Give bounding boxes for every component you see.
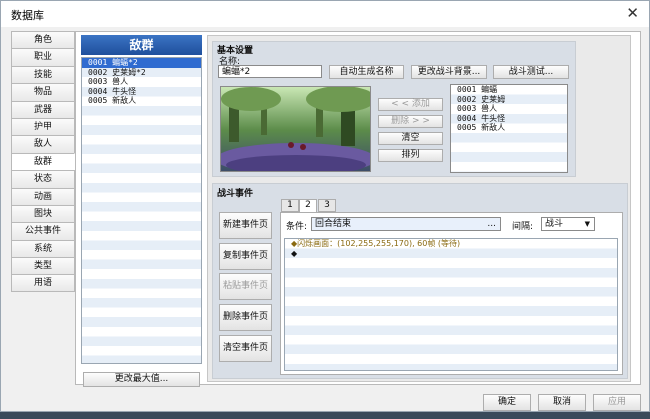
- arrange-button[interactable]: 排列: [378, 149, 443, 162]
- tab-animations[interactable]: 动画: [11, 187, 75, 205]
- tab-items[interactable]: 物品: [11, 83, 75, 101]
- change-battleback-button[interactable]: 更改战斗背景...: [411, 65, 487, 79]
- troop-list-item[interactable]: 0005 新敌人: [82, 96, 201, 106]
- troop-members-list: 0001 蝙蝠 0002 史莱姆 0003 兽人 0004 牛头怪 0005 新…: [450, 84, 568, 173]
- database-window: 数据库 ✕ 角色 职业 技能 物品 武器 护甲 敌人 敌群 状态 动画 图块 公…: [0, 0, 650, 412]
- battle-preview[interactable]: [220, 86, 371, 172]
- tab-actors[interactable]: 角色: [11, 31, 75, 49]
- condition-value: 回合结束: [315, 219, 352, 229]
- troop-list-item[interactable]: 0001 蝙蝠*2: [82, 58, 201, 68]
- battle-background-image: [221, 87, 370, 171]
- event-command-list: ◆闪烁画面：(102,255,255,170), 60帧 (等待) ◆: [284, 238, 618, 371]
- auto-name-button[interactable]: 自动生成名称: [329, 65, 404, 79]
- copy-page-button[interactable]: 复制事件页: [219, 243, 272, 270]
- background-strip: [0, 412, 650, 419]
- tab-classes[interactable]: 职业: [11, 48, 75, 66]
- troop-list-item[interactable]: 0003 兽人: [82, 77, 201, 87]
- condition-more-icon[interactable]: ...: [487, 218, 496, 230]
- command-row[interactable]: ◆闪烁画面：(102,255,255,170), 60帧 (等待): [285, 239, 617, 249]
- chevron-down-icon: ▼: [584, 220, 590, 228]
- troop-list: 0001 蝙蝠*2 0002 史莱姆*2 0003 兽人 0004 牛头怪 00…: [81, 57, 202, 364]
- ok-button[interactable]: 确定: [483, 394, 531, 411]
- member-item[interactable]: 0003 兽人: [451, 104, 567, 114]
- cancel-button[interactable]: 取消: [538, 394, 586, 411]
- troop-list-header: 敌群: [81, 35, 202, 55]
- tab-page-1[interactable]: 1: [281, 199, 299, 212]
- tab-tilesets[interactable]: 图块: [11, 204, 75, 223]
- tab-common-events[interactable]: 公共事件: [11, 222, 75, 240]
- remove-member-button[interactable]: 删除 > >: [378, 115, 443, 128]
- tab-weapons[interactable]: 武器: [11, 100, 75, 118]
- tab-states[interactable]: 状态: [11, 170, 75, 188]
- battle-test-button[interactable]: 战斗测试...: [493, 65, 569, 79]
- paste-page-button[interactable]: 粘贴事件页: [219, 273, 272, 300]
- member-item[interactable]: 0002 史莱姆: [451, 95, 567, 105]
- member-item[interactable]: 0001 蝙蝠: [451, 85, 567, 95]
- span-select[interactable]: 战斗 ▼: [541, 217, 595, 231]
- troop-list-item[interactable]: 0002 史莱姆*2: [82, 68, 201, 78]
- close-icon[interactable]: ✕: [626, 4, 639, 22]
- command-row[interactable]: ◆: [285, 249, 617, 259]
- name-input[interactable]: 蝙蝠*2: [218, 65, 322, 78]
- tab-troops[interactable]: 敌群: [11, 152, 75, 171]
- troop-list-item[interactable]: 0004 牛头怪: [82, 87, 201, 97]
- member-item[interactable]: 0005 新敌人: [451, 123, 567, 133]
- battle-events-label: 战斗事件: [217, 189, 254, 199]
- condition-field[interactable]: 回合结束 ...: [311, 217, 501, 231]
- clear-page-button[interactable]: 清空事件页: [219, 335, 272, 362]
- add-member-button[interactable]: < < 添加: [378, 98, 443, 111]
- tab-enemies[interactable]: 敌人: [11, 135, 75, 153]
- window-title: 数据库: [11, 9, 44, 22]
- tab-armors[interactable]: 护甲: [11, 117, 75, 136]
- tab-page-3[interactable]: 3: [318, 199, 336, 212]
- tab-skills[interactable]: 技能: [11, 65, 75, 84]
- tab-page-2[interactable]: 2: [299, 199, 317, 213]
- change-max-button[interactable]: 更改最大值...: [83, 372, 200, 387]
- clear-members-button[interactable]: 清空: [378, 132, 443, 145]
- span-value: 战斗: [545, 219, 564, 229]
- tab-types[interactable]: 类型: [11, 257, 75, 275]
- category-tabs: 角色 职业 技能 物品 武器 护甲 敌人 敌群 状态 动画 图块 公共事件 系统…: [11, 31, 75, 292]
- span-label: 间隔:: [512, 222, 534, 232]
- new-page-button[interactable]: 新建事件页: [219, 212, 272, 239]
- title-bar: 数据库 ✕: [1, 1, 649, 27]
- member-item[interactable]: 0004 牛头怪: [451, 114, 567, 124]
- apply-button[interactable]: 应用: [593, 394, 641, 411]
- delete-page-button[interactable]: 删除事件页: [219, 304, 272, 331]
- tab-terms[interactable]: 用语: [11, 274, 75, 292]
- condition-label: 条件:: [286, 222, 308, 232]
- tab-system[interactable]: 系统: [11, 239, 75, 258]
